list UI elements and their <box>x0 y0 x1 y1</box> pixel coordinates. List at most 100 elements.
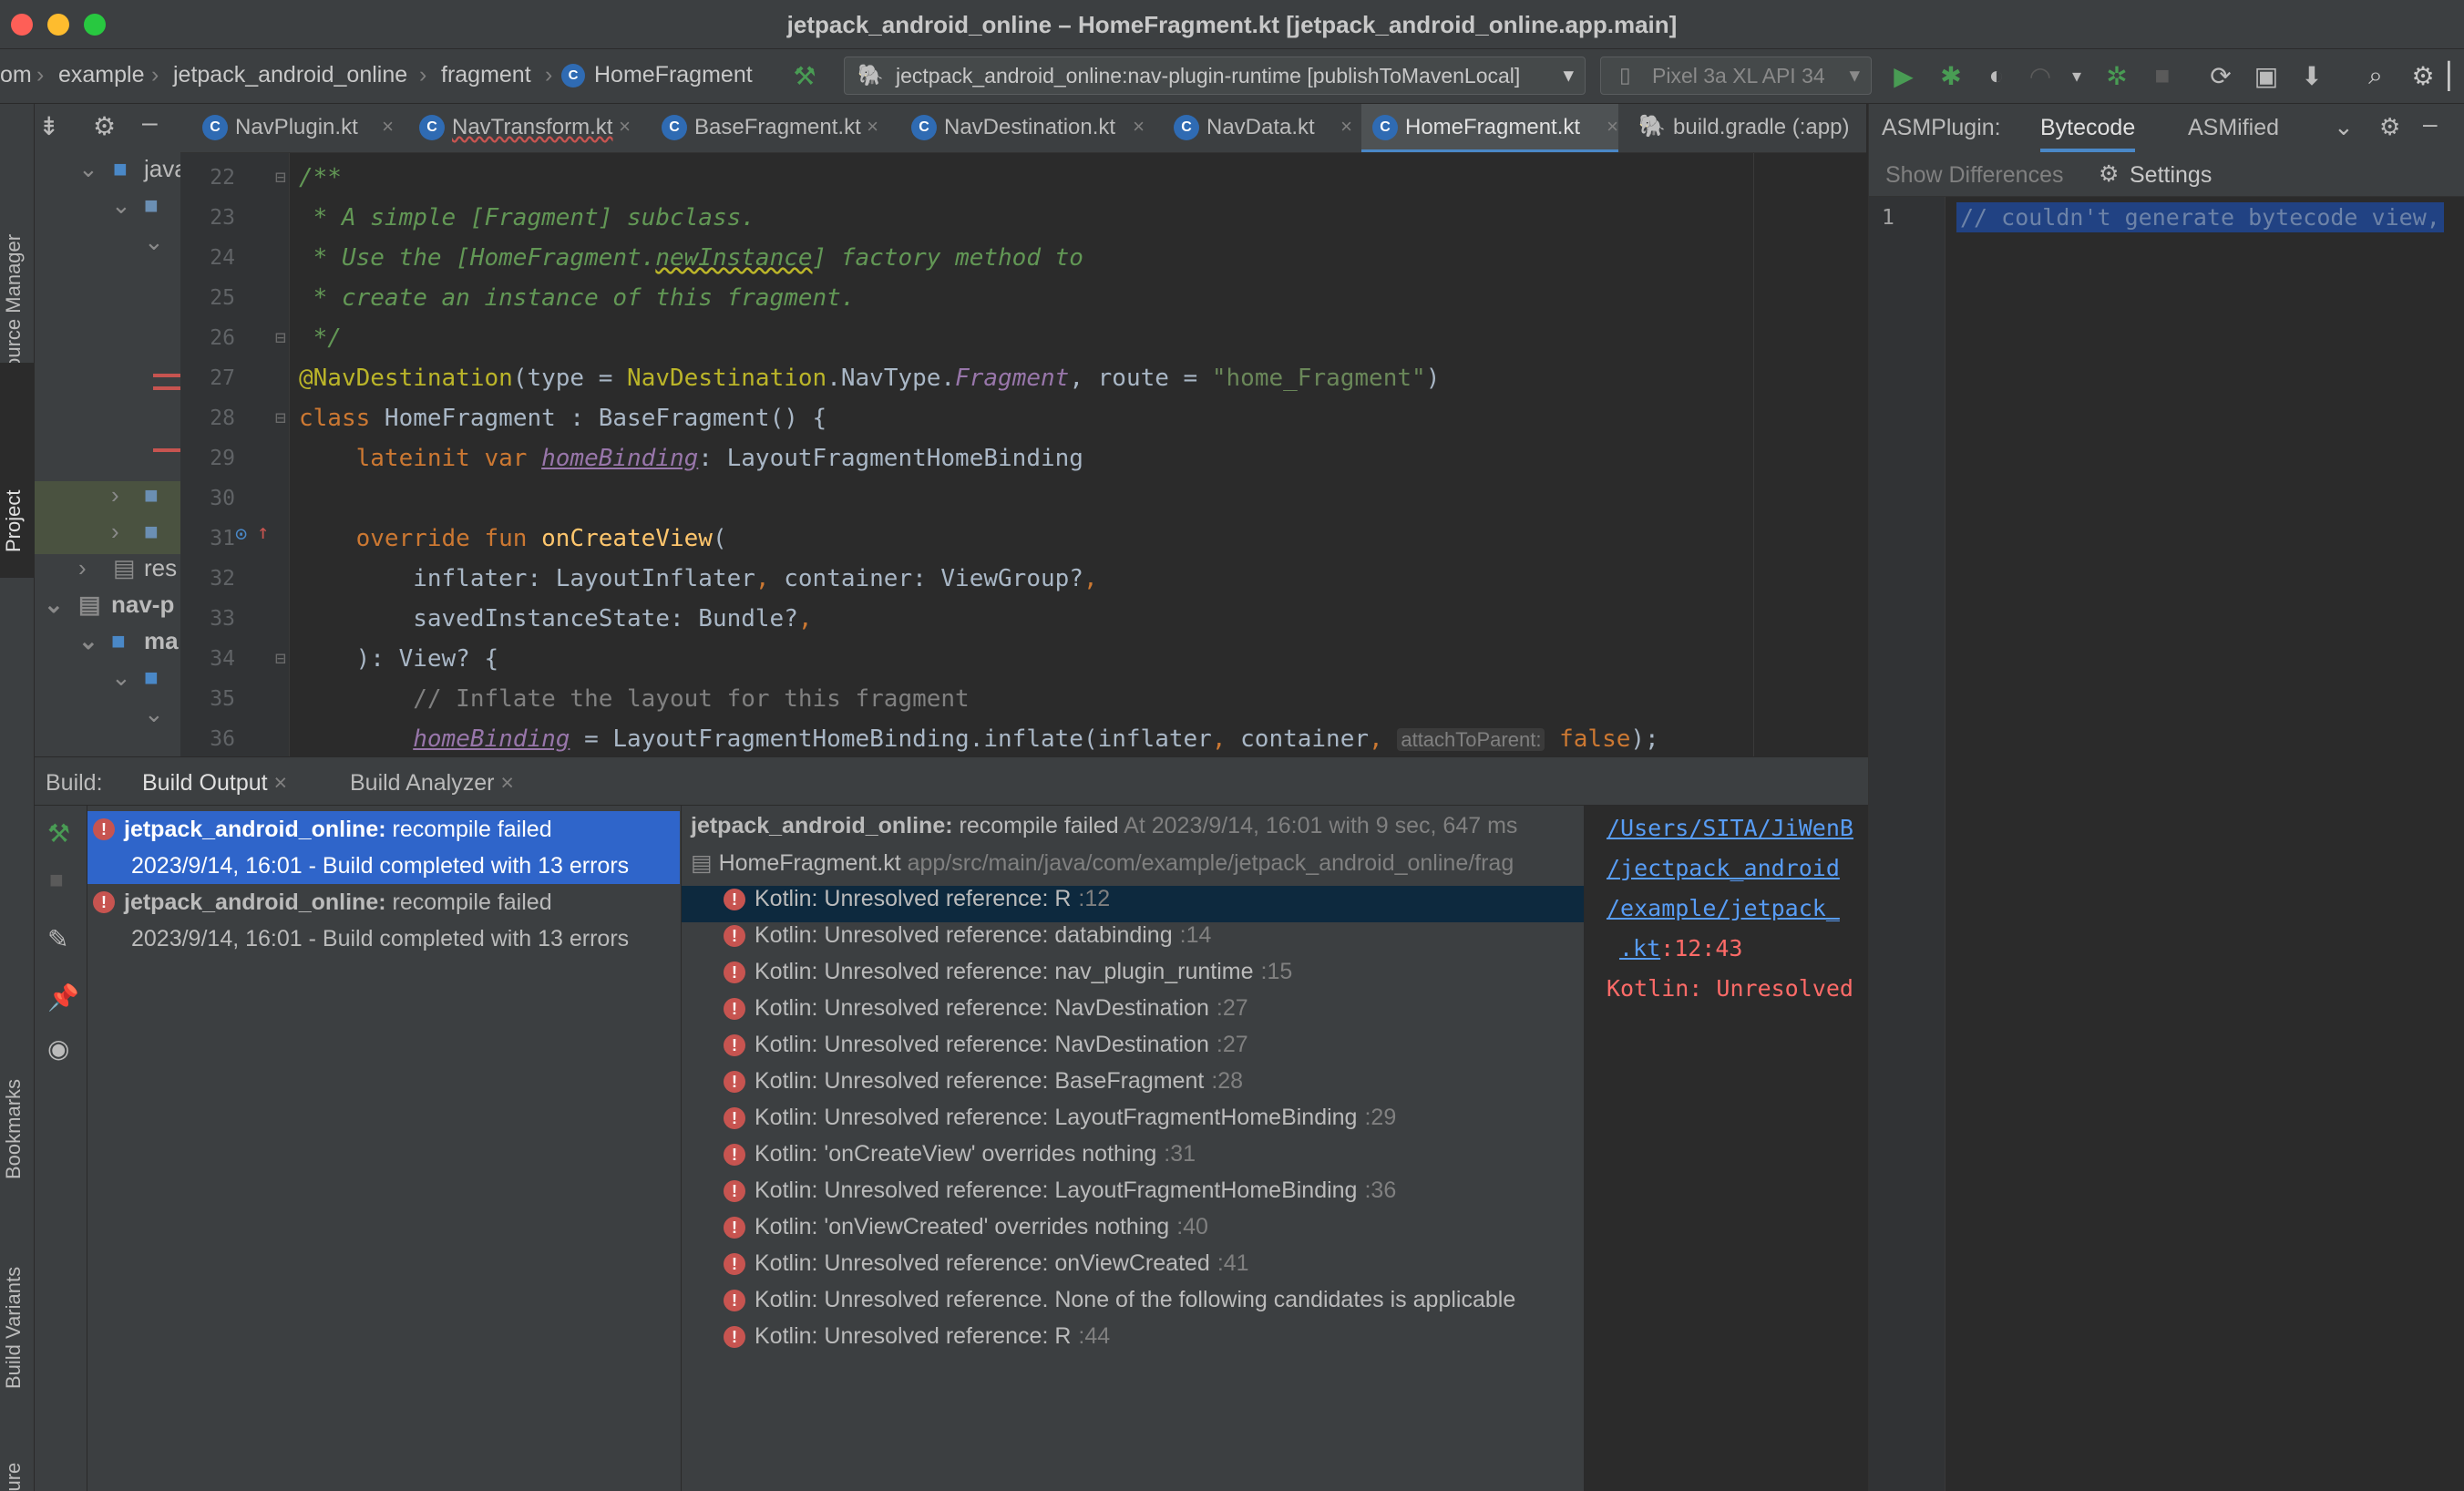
search-icon[interactable]: ⌕ <box>2360 60 2391 91</box>
breadcrumb-item[interactable]: jetpack_android_online <box>173 62 407 88</box>
tree-row[interactable]: › ▤ res <box>35 554 180 591</box>
device-dropdown[interactable]: ▯ Pixel 3a XL API 34 ▾ <box>1600 57 1872 95</box>
gear-icon[interactable]: ⚙ <box>2379 113 2400 141</box>
tree-row[interactable]: ⌄ ■ <box>35 191 180 228</box>
file-path-link[interactable]: /example/jetpack_ <box>1607 895 1840 921</box>
error-row[interactable]: ! Kotlin: Unresolved reference: nav_plugi… <box>682 959 1584 995</box>
tab-navtransform[interactable]: C NavTransform.kt × <box>408 104 631 152</box>
tab-navplugin[interactable]: C NavPlugin.kt × <box>191 104 394 152</box>
collapse-all-icon[interactable]: ⇟ <box>38 111 59 141</box>
fold-icon[interactable]: ⊟ <box>275 326 286 348</box>
device-manager-icon[interactable]: ▣ <box>2251 60 2282 91</box>
tree-row[interactable]: › ■ <box>35 481 180 518</box>
breadcrumb-item[interactable]: om <box>0 62 32 88</box>
error-row[interactable]: ! Kotlin: Unresolved reference: R:12 <box>682 886 1584 922</box>
fold-icon[interactable]: ⊟ <box>275 406 286 428</box>
debug-icon[interactable]: ✱ <box>1935 60 1966 91</box>
build-variants-tab[interactable]: Build Variants <box>2 1267 26 1389</box>
file-path-link[interactable]: /jectpack_android <box>1607 855 1840 881</box>
error-row[interactable]: ! Kotlin: 'onCreateView' overrides nothin… <box>682 1141 1584 1177</box>
build-tree-header[interactable]: jetpack_android_online: recompile failed… <box>691 813 1517 849</box>
close-icon[interactable]: × <box>619 115 631 139</box>
tab-build-output[interactable]: Build Output × <box>142 770 288 809</box>
error-row[interactable]: ! Kotlin: Unresolved reference: onViewCre… <box>682 1250 1584 1287</box>
breadcrumb-item[interactable]: HomeFragment <box>594 62 753 88</box>
build-run-item[interactable]: ! jetpack_android_online: recompile fail… <box>87 884 680 957</box>
close-icon[interactable]: × <box>500 770 514 796</box>
close-icon[interactable]: × <box>382 115 394 139</box>
override-marker-icon[interactable]: ⊙ <box>235 523 247 546</box>
tab-navdestination[interactable]: C NavDestination.kt × <box>900 104 1145 152</box>
asm-settings-button[interactable]: Settings <box>2130 162 2212 189</box>
error-row[interactable]: ! Kotlin: Unresolved reference: BaseFragm… <box>682 1068 1584 1105</box>
gear-icon[interactable]: ⚙ <box>2408 60 2438 91</box>
error-row[interactable]: ! Kotlin: 'onViewCreated' overrides nothi… <box>682 1214 1584 1250</box>
close-icon[interactable]: × <box>274 770 288 796</box>
structure-tab[interactable]: Structure <box>2 1463 26 1491</box>
error-row[interactable]: ! Kotlin: Unresolved reference: R:44 <box>682 1323 1584 1360</box>
kotlin-class-icon: C <box>1372 115 1398 140</box>
error-line-number: :41 <box>1217 1250 1249 1276</box>
tree-row[interactable]: ⌄ <box>35 228 180 264</box>
chevron-down-icon[interactable]: ⌄ <box>2334 113 2354 141</box>
stop-icon[interactable]: ■ <box>2147 60 2178 91</box>
close-icon[interactable]: × <box>1133 115 1145 139</box>
eye-icon[interactable]: ◉ <box>47 1033 69 1064</box>
file-path-link[interactable]: .kt <box>1619 935 1660 961</box>
tab-asmified[interactable]: ASMified <box>2188 115 2279 141</box>
fold-icon[interactable]: ⊟ <box>275 166 286 188</box>
build-file-row[interactable]: ▤ HomeFragment.kt app/src/main/java/com/… <box>691 849 1514 886</box>
tab-build-gradle[interactable]: 🐘 build.gradle (:app) <box>1629 104 1866 152</box>
run-configuration-dropdown[interactable]: 🐘 jectpack_android_online:nav-plugin-run… <box>844 57 1586 95</box>
error-row[interactable]: ! Kotlin: Unresolved reference: NavDestin… <box>682 995 1584 1032</box>
attach-debugger-icon[interactable]: ✲ <box>2101 60 2132 91</box>
breadcrumb-item[interactable]: fragment <box>441 62 531 88</box>
error-row[interactable]: ! Kotlin: Unresolved reference: NavDestin… <box>682 1032 1584 1068</box>
code-editor[interactable]: /** * A simple [Fragment] subclass. * Us… <box>290 153 1866 756</box>
hammer-build-icon[interactable]: ⚒ <box>789 60 820 91</box>
tree-row[interactable]: › ■ <box>35 518 180 554</box>
fold-icon[interactable]: ⊟ <box>275 647 286 669</box>
error-row[interactable]: ! Kotlin: Unresolved reference: LayoutFra… <box>682 1105 1584 1141</box>
tree-row[interactable]: ⌄ ■ ma <box>35 627 180 663</box>
error-row[interactable]: ! Kotlin: Unresolved reference: LayoutFra… <box>682 1177 1584 1214</box>
close-icon[interactable]: × <box>1340 115 1352 139</box>
sync-gradle-icon[interactable]: ⟳ <box>2205 60 2236 91</box>
bytecode-text[interactable]: // couldn't generate bytecode view, <box>1956 202 2444 232</box>
tab-basefragment[interactable]: C BaseFragment.kt × <box>651 104 878 152</box>
tab-homefragment[interactable]: C HomeFragment.kt × <box>1361 104 1618 152</box>
chevron-down-icon[interactable]: ▾ <box>2061 60 2092 91</box>
error-row[interactable]: ! Kotlin: Unresolved reference. None of t… <box>682 1287 1584 1323</box>
gear-icon[interactable]: ⚙ <box>93 111 116 141</box>
more-icon[interactable]: ▏ <box>2442 60 2464 91</box>
close-icon[interactable]: × <box>867 115 878 139</box>
breadcrumb-separator: › <box>419 62 427 87</box>
tree-row[interactable]: ⌄ ■ java <box>35 155 180 191</box>
bookmarks-tab[interactable]: Bookmarks <box>2 1079 26 1179</box>
hide-panel-icon[interactable]: – <box>142 108 158 139</box>
tab-navdata[interactable]: C NavData.kt × <box>1163 104 1352 152</box>
chevron-down-icon: ⌄ <box>111 663 131 691</box>
file-path-link[interactable]: /Users/SITA/JiWenB <box>1607 815 1853 841</box>
stop-icon[interactable]: ■ <box>49 866 64 894</box>
wrench-icon[interactable]: ✎ <box>47 924 68 954</box>
hammer-build-icon[interactable]: ⚒ <box>47 818 70 848</box>
error-row[interactable]: ! Kotlin: Unresolved reference: databindi… <box>682 922 1584 959</box>
hide-panel-icon[interactable]: – <box>2423 109 2438 139</box>
build-run-item[interactable]: ! jetpack_android_online: recompile fail… <box>87 811 680 884</box>
breadcrumb-item[interactable]: example <box>58 62 145 88</box>
profile-icon[interactable]: ◠ <box>2025 60 2056 91</box>
show-differences-toggle[interactable]: Show Differences <box>1885 162 2063 189</box>
project-tab[interactable]: Project <box>2 490 26 552</box>
tree-row[interactable]: ⌄ <box>35 700 180 736</box>
tree-row[interactable]: ⌄ ▤ nav-p <box>35 591 180 627</box>
line-number: 22 <box>210 166 235 190</box>
tree-row[interactable]: ⌄ ■ <box>35 663 180 700</box>
pin-icon[interactable]: 📌 <box>47 982 79 1013</box>
close-icon[interactable]: × <box>1607 115 1618 139</box>
sdk-manager-icon[interactable]: ⬇ <box>2296 60 2327 91</box>
tab-build-analyzer[interactable]: Build Analyzer × <box>350 770 514 797</box>
run-icon[interactable]: ▶ <box>1888 60 1919 91</box>
coverage-icon[interactable]: ◐ <box>1981 60 2012 91</box>
tab-bytecode[interactable]: Bytecode <box>2040 115 2136 152</box>
